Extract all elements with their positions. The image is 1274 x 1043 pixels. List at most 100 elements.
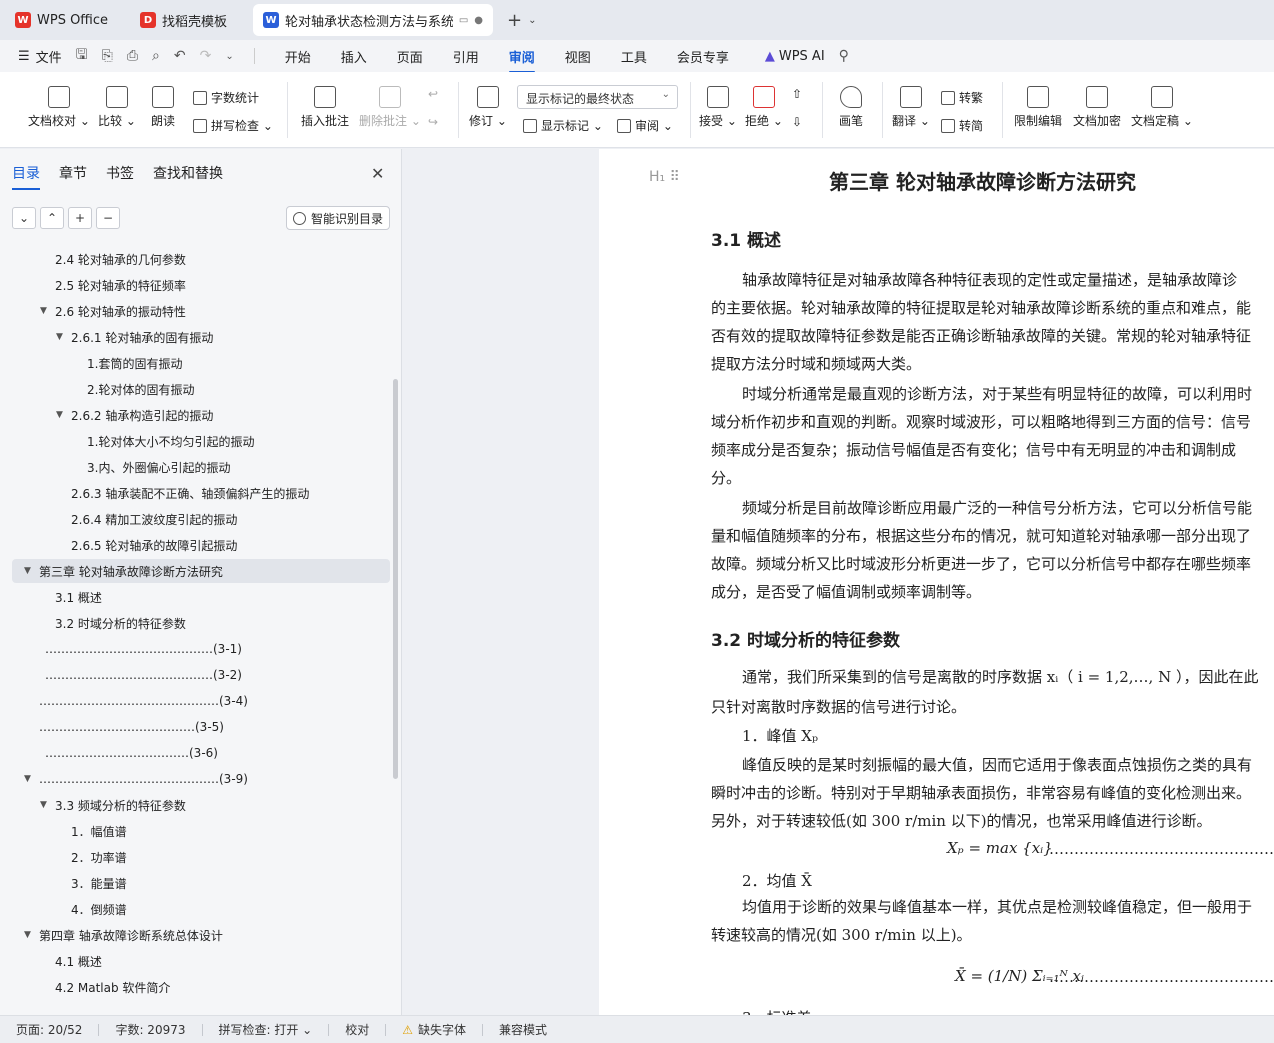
proof-status[interactable]: 校对 <box>345 1021 369 1038</box>
menu-view[interactable]: 视图 <box>565 47 591 66</box>
toc-item[interactable]: ………………………………(3-6) <box>30 741 218 765</box>
menu-insert[interactable]: 插入 <box>341 47 367 66</box>
toc-scrollbar[interactable] <box>393 379 398 779</box>
toc-item[interactable]: 4.1 概述 <box>40 949 102 973</box>
toc-item[interactable]: ▼ 2.6.1 轮对轴承的固有振动 <box>56 325 213 349</box>
toc-item[interactable]: 2.5 轮对轴承的特征频率 <box>40 273 186 297</box>
toc-item[interactable]: ▼ 2.6 轮对轴承的振动特性 <box>40 299 186 323</box>
track-changes-button[interactable]: 修订 ⌄ <box>468 86 508 129</box>
review-pane-button[interactable]: 审阅 ⌄ <box>617 117 673 134</box>
word-count-indicator[interactable]: 字数: 20973 <box>115 1021 185 1038</box>
toc-item[interactable]: 3．能量谱 <box>56 871 127 895</box>
to-traditional-button[interactable]: 转繁 <box>941 89 983 106</box>
expand-arrow-icon[interactable]: ▼ <box>24 566 36 576</box>
tab-bookmarks[interactable]: 书签 <box>106 163 134 183</box>
menu-reference[interactable]: 引用 <box>453 47 479 66</box>
toc-item[interactable]: 4.2 Matlab 软件简介 <box>40 975 170 999</box>
toc-item[interactable]: 4．倒频谱 <box>56 897 127 921</box>
toc-item[interactable]: 1．幅值谱 <box>56 819 127 843</box>
reject-button[interactable]: 拒绝 ⌄ <box>745 86 783 129</box>
toc-item[interactable]: 1.套筒的固有振动 <box>72 351 182 375</box>
page-indicator[interactable]: 页面: 20/52 <box>16 1021 82 1038</box>
menu-review[interactable]: 审阅 <box>508 47 535 73</box>
print-preview-icon[interactable]: ⌕ <box>152 48 160 64</box>
toc-item[interactable]: 2．功率谱 <box>56 845 127 869</box>
encrypt-button[interactable]: 文档加密 <box>1071 86 1123 129</box>
toc-item[interactable]: 2.轮对体的固有振动 <box>72 377 194 401</box>
toc-item[interactable]: ▼ 第三章 轮对轴承故障诊断方法研究 <box>12 559 390 583</box>
menu-page[interactable]: 页面 <box>397 47 423 66</box>
menu-start[interactable]: 开始 <box>285 47 311 66</box>
toc-item[interactable]: 2.4 轮对轴承的几何参数 <box>40 247 186 271</box>
spell-check-status[interactable]: 拼写检查: 打开 ⌄ <box>219 1021 313 1038</box>
tab-wps-office[interactable]: W WPS Office <box>5 4 125 36</box>
next-comment-icon[interactable]: ↪ <box>428 115 438 129</box>
insert-comment-button[interactable]: 插入批注 <box>298 86 352 129</box>
show-markup-button[interactable]: 显示标记 ⌄ <box>523 117 603 134</box>
search-icon[interactable]: ⚲ <box>839 48 849 64</box>
prev-comment-icon[interactable]: ↩ <box>428 87 438 101</box>
expand-arrow-icon[interactable]: ▼ <box>40 800 52 810</box>
chevron-up-icon[interactable]: ⌃ <box>40 207 64 229</box>
compare-button[interactable]: 比较 ⌄ <box>97 86 137 129</box>
toc-item[interactable]: 2.6.3 轴承装配不正确、轴颈偏斜产生的振动 <box>56 481 309 505</box>
read-aloud-button[interactable]: 朗读 <box>147 86 179 129</box>
add-icon[interactable]: + <box>68 207 92 229</box>
smart-toc-button[interactable]: 智能识别目录 <box>286 206 390 230</box>
finalize-button[interactable]: 文档定稿 ⌄ <box>1131 86 1193 129</box>
doc-check-button[interactable]: 文档校对 ⌄ <box>28 86 90 129</box>
toc-item[interactable]: ………………………………………(3-4) <box>24 689 248 713</box>
expand-arrow-icon[interactable]: ▼ <box>24 930 36 940</box>
toc-item[interactable]: 1.轮对体大小不均匀引起的振动 <box>72 429 254 453</box>
toc-item[interactable]: 2.6.4 精加工波纹度引起的振动 <box>56 507 237 531</box>
expand-arrow-icon[interactable]: ▼ <box>56 410 68 420</box>
next-change-icon[interactable]: ⇩ <box>792 115 802 129</box>
redo-icon[interactable]: ↷ <box>200 48 212 64</box>
file-menu[interactable]: ☰ 文件 <box>18 47 62 66</box>
chevron-down-icon[interactable]: ⌄ <box>528 15 536 26</box>
to-simplified-button[interactable]: 转简 <box>941 117 983 134</box>
menu-tools[interactable]: 工具 <box>621 47 647 66</box>
restrict-edit-button[interactable]: 限制编辑 <box>1012 86 1064 129</box>
expand-arrow-icon[interactable]: ▼ <box>24 774 36 784</box>
toc-item[interactable]: ▼ ………………………………………(3-9) <box>24 767 248 791</box>
toc-item[interactable]: ……………………………………(3-1) <box>30 637 242 661</box>
word-count-button[interactable]: 字数统计 <box>193 89 259 106</box>
more-icon[interactable]: ⌄ <box>225 51 233 62</box>
save-icon[interactable]: 🖫 <box>76 44 88 68</box>
toc-item[interactable]: ……………………………………(3-2) <box>30 663 242 687</box>
tab-document[interactable]: W 轮对轴承状态检测方法与系统设 ▭ ● <box>253 4 493 36</box>
new-tab-icon[interactable]: + <box>507 10 522 31</box>
toc-item[interactable]: ▼ 2.6.2 轴承构造引起的振动 <box>56 403 213 427</box>
prev-change-icon[interactable]: ⇧ <box>792 87 802 101</box>
markup-state-select[interactable]: 显示标记的最终状态 ⌄ <box>517 85 678 109</box>
print-icon[interactable]: ⎙ <box>127 48 138 64</box>
tab-sections[interactable]: 章节 <box>59 163 87 183</box>
chevron-down-icon[interactable]: ⌄ <box>12 207 36 229</box>
pen-button[interactable]: 画笔 <box>834 86 868 129</box>
document-page[interactable]: H₁ ⠿ 第三章 轮对轴承故障诊断方法研究 3.1 概述 轴承故障特征是对轴承故… <box>599 149 1274 1015</box>
window-icon[interactable]: ▭ <box>459 15 468 26</box>
spell-check-button[interactable]: 拼写检查 ⌄ <box>193 117 273 134</box>
wps-ai-button[interactable]: ▲ WPS AI <box>765 49 825 64</box>
missing-font-status[interactable]: ⚠ 缺失字体 <box>402 1021 466 1038</box>
accept-button[interactable]: 接受 ⌄ <box>699 86 737 129</box>
translate-button[interactable]: 翻译 ⌄ <box>892 86 930 129</box>
toc-item[interactable]: …………………………………(3-5) <box>24 715 224 739</box>
tab-find-replace[interactable]: 查找和替换 <box>153 163 223 183</box>
menu-member[interactable]: 会员专享 <box>677 47 729 66</box>
expand-arrow-icon[interactable]: ▼ <box>40 306 52 316</box>
tab-toc[interactable]: 目录 <box>12 163 40 190</box>
toc-item[interactable]: ▼ 3.3 频域分析的特征参数 <box>40 793 186 817</box>
tab-template[interactable]: D 找稻壳模板 <box>130 4 248 36</box>
toc-item[interactable]: ▼ 第四章 轴承故障诊断系统总体设计 <box>24 923 223 947</box>
remove-icon[interactable]: − <box>96 207 120 229</box>
toc-item[interactable]: 2.6.5 轮对轴承的故障引起振动 <box>56 533 237 557</box>
export-icon[interactable]: ⎘ <box>102 48 113 64</box>
toc-item[interactable]: 3.内、外圈偏心引起的振动 <box>72 455 230 479</box>
toc-item[interactable]: 3.2 时域分析的特征参数 <box>40 611 186 635</box>
close-icon[interactable]: ✕ <box>371 164 384 183</box>
expand-arrow-icon[interactable]: ▼ <box>56 332 68 342</box>
toc-item[interactable]: 3.1 概述 <box>40 585 102 609</box>
heading-style-icon[interactable]: H₁ ⠿ <box>649 169 680 185</box>
